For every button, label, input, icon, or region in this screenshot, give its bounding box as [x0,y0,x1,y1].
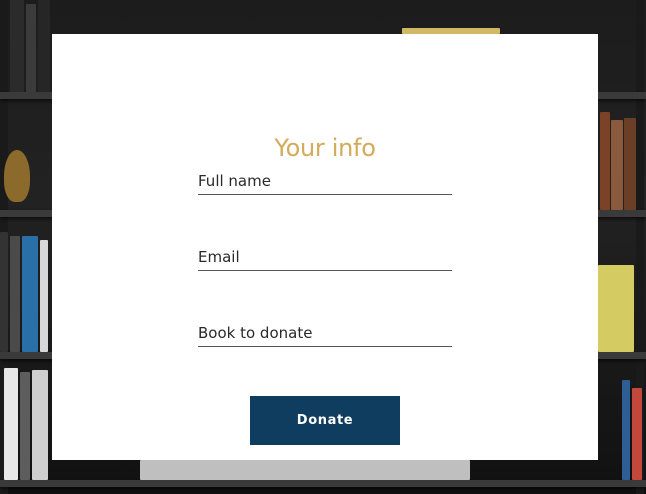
book-to-donate-input[interactable] [198,319,452,347]
book-spine [40,240,48,352]
book-spine [4,368,18,480]
book-spine [632,388,642,480]
form-title: Your info [274,134,376,162]
book-spine [10,0,24,92]
bird-figurine [4,150,30,202]
book-spine [611,120,623,210]
book-spine [600,112,610,210]
book-spine [10,236,20,352]
book-spine [0,232,8,352]
full-name-input[interactable] [198,167,452,195]
email-input[interactable] [198,243,452,271]
book-spine [38,0,50,92]
book-spine [20,372,30,480]
donation-form-card: Your info Donate [52,34,598,460]
book-spine [26,4,36,92]
book-spine [22,236,38,352]
shelf-board [0,480,646,487]
book-stack [598,265,634,352]
book-spine [622,380,630,480]
book-spine [32,370,48,480]
book-spine [624,118,636,210]
book-top [140,460,470,480]
donate-button[interactable]: Donate [250,396,400,445]
